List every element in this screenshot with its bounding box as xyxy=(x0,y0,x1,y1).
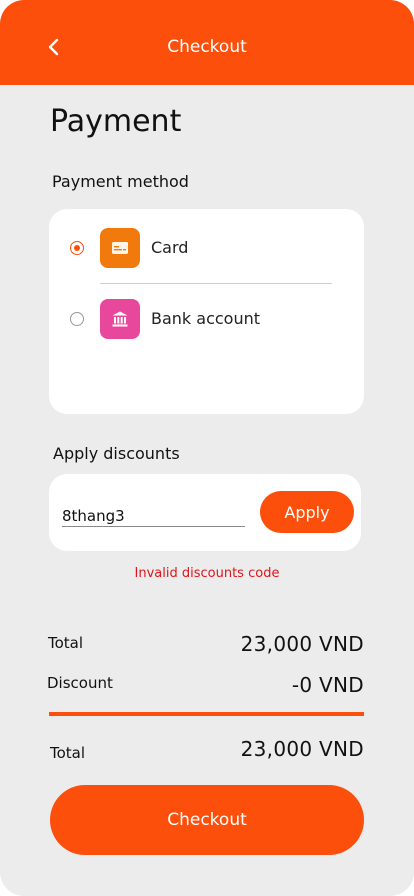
subtotal-label: Total xyxy=(48,634,84,652)
top-bar: Checkout xyxy=(0,0,414,85)
card-label: Card xyxy=(151,238,189,257)
bank-account-label: Bank account xyxy=(151,309,261,328)
discount-value: -0 VND xyxy=(291,673,364,697)
bank-account-radio[interactable] xyxy=(70,312,84,326)
summary-divider xyxy=(49,712,364,716)
card-icon xyxy=(100,228,140,268)
page-title: Payment xyxy=(50,104,182,139)
subtotal-value: 23,000 VND xyxy=(240,632,364,656)
total-value: 23,000 VND xyxy=(240,737,364,761)
card-radio[interactable] xyxy=(70,241,84,255)
apply-discounts-heading: Apply discounts xyxy=(53,444,180,463)
discount-error-message: Invalid discounts code xyxy=(134,566,280,581)
payment-option-card[interactable]: Card xyxy=(49,226,364,270)
discount-code-input[interactable] xyxy=(62,505,245,527)
total-label: Total xyxy=(50,744,86,762)
payment-method-heading: Payment method xyxy=(52,172,189,191)
option-divider xyxy=(100,283,332,284)
header-title: Checkout xyxy=(167,37,247,57)
payment-option-bank-account[interactable]: Bank account xyxy=(49,297,364,341)
payment-method-card: Card Bank account xyxy=(49,209,364,414)
discount-card: Apply xyxy=(49,474,361,551)
checkout-screen: Checkout Payment Payment method Card Ban… xyxy=(0,0,414,896)
bank-icon xyxy=(100,299,140,339)
checkout-button[interactable]: Checkout xyxy=(50,785,364,855)
discount-label: Discount xyxy=(47,674,113,692)
apply-button[interactable]: Apply xyxy=(260,491,354,533)
